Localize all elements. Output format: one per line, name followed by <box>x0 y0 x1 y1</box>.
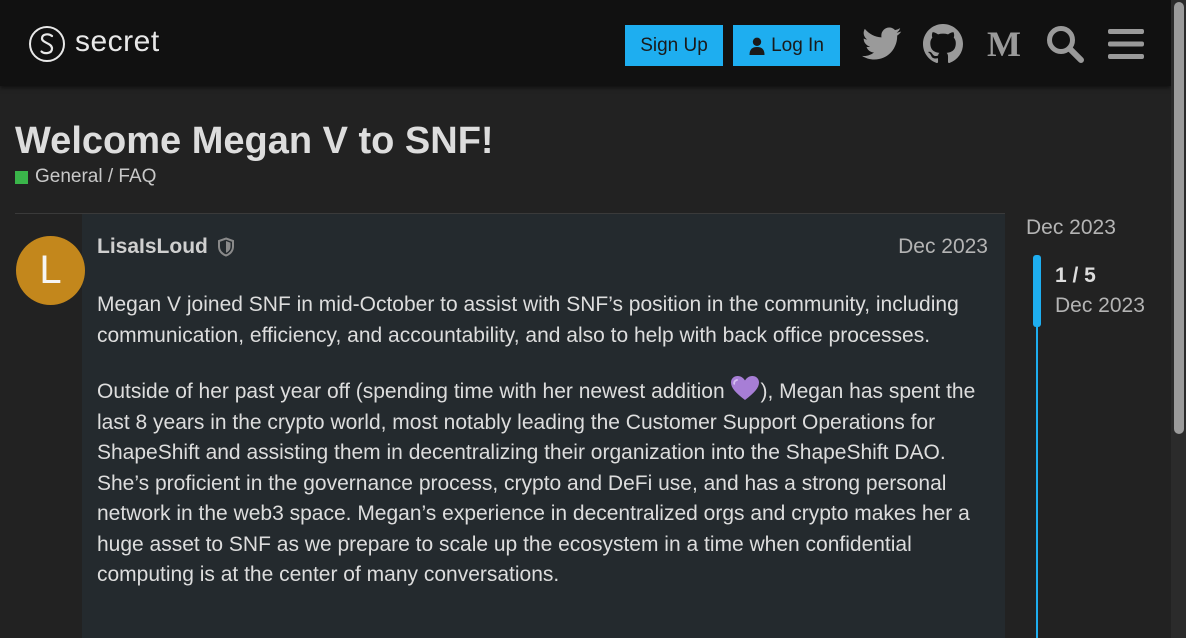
timeline-start-date[interactable]: Dec 2023 <box>1026 216 1116 240</box>
sign-up-button[interactable]: Sign Up <box>625 25 723 66</box>
site-logo[interactable]: secret <box>29 24 160 64</box>
category-label: General / FAQ <box>35 166 157 187</box>
timeline-post-count: 1 / 5 <box>1055 264 1096 287</box>
github-icon[interactable] <box>921 22 965 66</box>
category-badge[interactable]: General / FAQ <box>15 166 156 188</box>
page-scrollbar[interactable] <box>1171 0 1186 638</box>
post-paragraph: Megan V joined SNF in mid-October to ass… <box>97 293 959 347</box>
search-icon[interactable] <box>1043 22 1087 66</box>
log-in-button[interactable]: Log In <box>733 25 840 66</box>
topic-title[interactable]: Welcome Megan V to SNF! <box>15 120 494 163</box>
svg-text:M: M <box>987 27 1021 61</box>
page: secret Sign Up Log In M Welcome Megan V … <box>0 0 1186 638</box>
log-in-label: Log In <box>771 34 824 56</box>
secret-s-logo-icon <box>29 26 65 62</box>
hamburger-menu-icon[interactable] <box>1104 22 1148 66</box>
twitter-icon[interactable] <box>860 22 904 66</box>
post-text-segment: Outside of her past year off (spending t… <box>97 380 731 403</box>
post-body: Megan V joined SNF in mid-October to ass… <box>97 290 987 615</box>
post-date[interactable]: Dec 2023 <box>898 235 988 259</box>
category-color-swatch <box>15 170 28 184</box>
post-username[interactable]: LisaIsLoud <box>97 235 208 259</box>
user-icon <box>749 37 765 55</box>
timeline-handle[interactable] <box>1033 255 1041 327</box>
medium-icon[interactable]: M <box>982 22 1026 66</box>
scrollbar-thumb[interactable] <box>1174 2 1184 434</box>
post-text-segment: ), Megan has spent the last 8 years in t… <box>97 380 976 586</box>
logo-text: secret <box>75 25 160 58</box>
avatar[interactable]: L <box>16 236 85 305</box>
purple-heart-emoji-icon <box>730 375 760 401</box>
timeline-current-date: Dec 2023 <box>1055 294 1145 317</box>
site-header: secret Sign Up Log In M <box>0 0 1171 86</box>
post-paragraph: Outside of her past year off (spending t… <box>97 375 987 591</box>
shield-icon <box>216 237 236 257</box>
